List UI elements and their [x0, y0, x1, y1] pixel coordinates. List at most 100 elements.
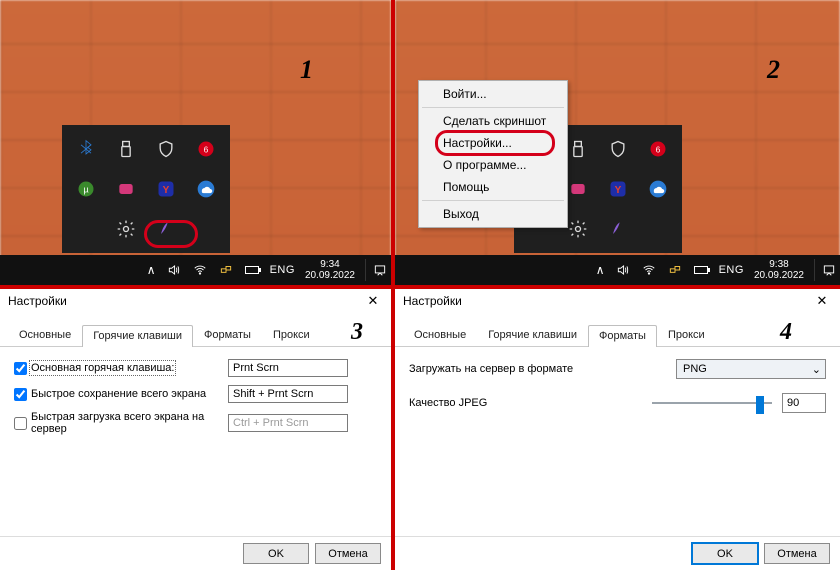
- step-number-3: 3: [351, 319, 363, 346]
- dialog-title: Настройки: [8, 294, 67, 308]
- menu-item-screenshot[interactable]: Сделать скриншот: [421, 110, 565, 132]
- upload-format-select[interactable]: PNG ⌄: [676, 359, 826, 379]
- cloud-icon[interactable]: [190, 173, 222, 205]
- battery-icon[interactable]: [693, 262, 709, 278]
- panel-1: 1 6 µ Y ∧ ENG 9:34 20.09.2022: [0, 0, 391, 285]
- cancel-button[interactable]: Отмена: [315, 543, 381, 564]
- menu-separator: [422, 107, 564, 108]
- network-icon[interactable]: [667, 262, 683, 278]
- panel-2: 2 6 µ Y Войти... Сделать скриншот Настро…: [395, 0, 840, 285]
- tab-hotkeys[interactable]: Горячие клавиши: [82, 325, 193, 347]
- chevron-down-icon: ⌄: [812, 363, 821, 376]
- security-icon[interactable]: [602, 133, 634, 165]
- svg-text:Y: Y: [615, 185, 622, 196]
- checkbox-main-hotkey-input[interactable]: [14, 362, 27, 375]
- app-red-icon[interactable]: 6: [642, 133, 674, 165]
- volume-icon[interactable]: [166, 262, 182, 278]
- jpeg-quality-input[interactable]: [782, 393, 826, 413]
- tray-context-menu: Войти... Сделать скриншот Настройки... О…: [418, 80, 568, 228]
- cloud-icon[interactable]: [642, 173, 674, 205]
- tab-general[interactable]: Основные: [403, 324, 477, 346]
- app-pink-icon[interactable]: [110, 173, 142, 205]
- cancel-button[interactable]: Отмена: [764, 543, 830, 564]
- upload-format-label: Загружать на сервер в формате: [409, 363, 619, 375]
- menu-item-exit[interactable]: Выход: [421, 203, 565, 225]
- panel-3: Настройки ✕ Основные Горячие клавиши Фор…: [0, 289, 391, 570]
- panel-4: Настройки ✕ Основные Горячие клавиши Фор…: [395, 289, 840, 570]
- yandex-icon[interactable]: Y: [602, 173, 634, 205]
- settings-gear-icon[interactable]: [110, 213, 142, 245]
- ok-button[interactable]: OK: [692, 543, 758, 564]
- tab-formats[interactable]: Форматы: [193, 324, 262, 346]
- tab-strip: Основные Горячие клавиши Форматы Прокси …: [0, 313, 391, 347]
- language-indicator[interactable]: ENG: [719, 264, 744, 276]
- notifications-icon[interactable]: [814, 259, 836, 281]
- checkbox-main-hotkey[interactable]: Основная горячая клавиша:: [14, 362, 214, 375]
- utorrent-icon[interactable]: µ: [70, 173, 102, 205]
- dialog-body: Основная горячая клавиша: Быстрое сохран…: [0, 347, 391, 536]
- tab-hotkeys[interactable]: Горячие клавиши: [477, 324, 588, 346]
- clock[interactable]: 9:38 20.09.2022: [754, 259, 804, 281]
- menu-item-about[interactable]: О программе...: [421, 154, 565, 176]
- dialog-titlebar: Настройки ✕: [0, 289, 391, 313]
- tab-formats[interactable]: Форматы: [588, 325, 657, 347]
- close-button[interactable]: ✕: [810, 291, 834, 311]
- svg-text:6: 6: [204, 144, 209, 154]
- step-number-1: 1: [300, 55, 313, 85]
- svg-text:6: 6: [656, 144, 661, 154]
- tray-chevron-icon[interactable]: ∧: [596, 263, 605, 277]
- notifications-icon[interactable]: [365, 259, 387, 281]
- app-red-icon[interactable]: 6: [190, 133, 222, 165]
- checkbox-main-hotkey-label: Основная горячая клавиша:: [31, 362, 174, 374]
- step-number-2: 2: [767, 55, 780, 85]
- tab-general[interactable]: Основные: [8, 324, 82, 346]
- yandex-icon[interactable]: Y: [150, 173, 182, 205]
- blank-tray-slot: [70, 213, 102, 245]
- step-number-4: 4: [780, 319, 792, 346]
- wifi-icon[interactable]: [192, 262, 208, 278]
- jpeg-quality-slider[interactable]: [652, 402, 772, 404]
- svg-text:µ: µ: [83, 184, 89, 194]
- menu-separator: [422, 200, 564, 201]
- clock-time: 9:34: [305, 259, 355, 270]
- checkbox-quicksave-input[interactable]: [14, 388, 27, 401]
- bluetooth-icon[interactable]: [70, 133, 102, 165]
- tab-strip: Основные Горячие клавиши Форматы Прокси …: [395, 313, 840, 347]
- hotkey-input-quicksave[interactable]: [228, 385, 348, 403]
- menu-item-settings-label: Настройки...: [443, 136, 512, 150]
- checkbox-quickupload-input[interactable]: [14, 417, 27, 430]
- checkbox-quickupload[interactable]: Быстрая загрузка всего экрана на сервер: [14, 411, 214, 435]
- lightshot-icon[interactable]: [602, 213, 634, 245]
- close-button[interactable]: ✕: [361, 291, 385, 311]
- battery-icon[interactable]: [244, 262, 260, 278]
- clock[interactable]: 9:34 20.09.2022: [305, 259, 355, 281]
- volume-icon[interactable]: [615, 262, 631, 278]
- settings-dialog: Настройки ✕ Основные Горячие клавиши Фор…: [395, 289, 840, 570]
- security-icon[interactable]: [150, 133, 182, 165]
- dialog-title: Настройки: [403, 294, 462, 308]
- upload-format-value: PNG: [683, 363, 707, 375]
- language-indicator[interactable]: ENG: [270, 264, 295, 276]
- menu-item-settings[interactable]: Настройки...: [421, 132, 565, 154]
- menu-item-login[interactable]: Войти...: [421, 83, 565, 105]
- dialog-button-bar: OK Отмена: [395, 536, 840, 570]
- tab-proxy[interactable]: Прокси: [657, 324, 716, 346]
- tray-chevron-icon[interactable]: ∧: [147, 263, 156, 277]
- dialog-button-bar: OK Отмена: [0, 536, 391, 570]
- settings-dialog: Настройки ✕ Основные Горячие клавиши Фор…: [0, 289, 391, 570]
- slider-thumb[interactable]: [756, 396, 764, 414]
- taskbar: ∧ ENG 9:38 20.09.2022: [395, 255, 840, 285]
- tab-proxy[interactable]: Прокси: [262, 324, 321, 346]
- menu-item-help[interactable]: Помощь: [421, 176, 565, 198]
- dialog-titlebar: Настройки ✕: [395, 289, 840, 313]
- network-icon[interactable]: [218, 262, 234, 278]
- hotkey-input-main[interactable]: [228, 359, 348, 377]
- clock-date: 20.09.2022: [754, 270, 804, 281]
- usb-icon[interactable]: [110, 133, 142, 165]
- checkbox-quicksave[interactable]: Быстрое сохранение всего экрана: [14, 388, 214, 401]
- dialog-body: Загружать на сервер в формате PNG ⌄ Каче…: [395, 347, 840, 536]
- jpeg-quality-label: Качество JPEG: [409, 397, 619, 409]
- ok-button[interactable]: OK: [243, 543, 309, 564]
- clock-date: 20.09.2022: [305, 270, 355, 281]
- wifi-icon[interactable]: [641, 262, 657, 278]
